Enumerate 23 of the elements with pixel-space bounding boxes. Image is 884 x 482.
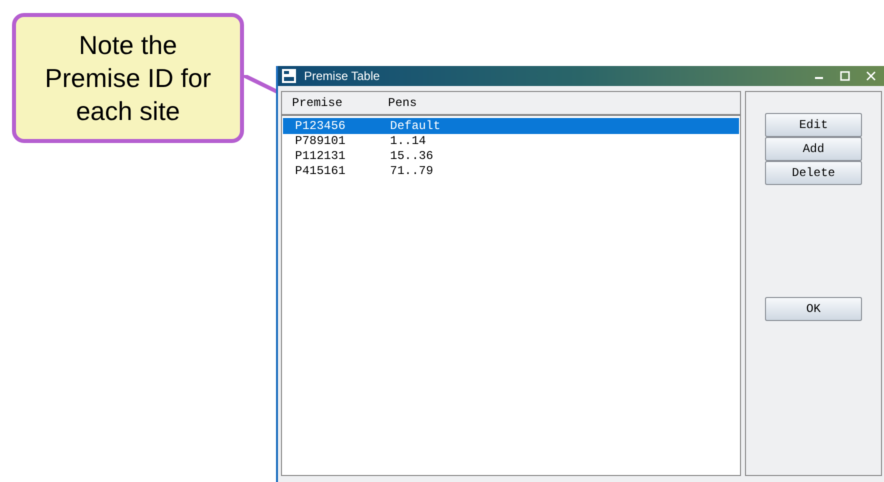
app-icon	[282, 69, 296, 83]
table-cell: 15..36	[390, 149, 434, 164]
table-cell-text: P415161	[294, 164, 346, 179]
column-header: Pens	[388, 95, 417, 112]
table-cell: 1..14	[390, 134, 426, 149]
action-button[interactable]: Edit	[765, 113, 862, 137]
table-cell-text: P789101	[294, 134, 346, 149]
window-title: Premise Table	[304, 68, 380, 85]
action-button[interactable]: Delete	[765, 161, 862, 185]
table-row[interactable]: P789101 1..14	[283, 134, 739, 149]
table-row[interactable]: P415161 71..79	[283, 164, 739, 179]
table-row[interactable]: P112131 15..36	[283, 149, 739, 164]
action-button[interactable]: Add	[765, 137, 862, 161]
ok-button[interactable]: OK	[765, 297, 862, 321]
table-cell-text: P123456	[294, 118, 346, 134]
close-icon[interactable]	[866, 71, 876, 81]
column-header: Premise	[291, 95, 344, 112]
table-cell: 71..79	[390, 164, 434, 179]
callout-text: Note the Premise ID for each site	[44, 28, 212, 128]
maximize-icon[interactable]	[840, 71, 850, 81]
table-cell-text: P112131	[294, 149, 346, 164]
table-row[interactable]: P123456 Default	[283, 118, 739, 134]
table-cell: Default	[390, 118, 440, 134]
